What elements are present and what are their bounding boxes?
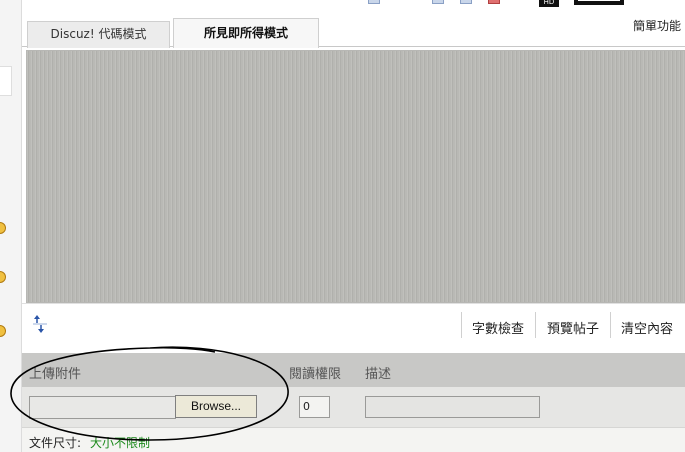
resize-editor-icon[interactable] [31, 313, 51, 335]
tab-wysiwyg-mode[interactable]: 所見即所得模式 [173, 18, 319, 48]
file-size-label: 文件尺寸: [29, 436, 82, 450]
editor-bottom-bar: 字數檢查 預覽帖子 清空內容 [22, 303, 685, 345]
rich-text-editor-area[interactable] [26, 50, 685, 303]
editor-toolbar: HD [22, 0, 685, 18]
left-panel-notch [0, 66, 12, 96]
smiley-icon[interactable] [0, 222, 6, 234]
upload-attachment-label: 上傳附件 [29, 367, 82, 382]
simple-function-link[interactable]: 簡單功能 [633, 17, 681, 34]
editor-mode-tabs: Discuz! 代碼模式 所見即所得模式 簡單功能 [22, 17, 685, 48]
read-permission-field[interactable]: 0 [299, 396, 330, 418]
smiley-icon[interactable] [0, 325, 6, 337]
clear-content-button[interactable]: 清空內容 [621, 318, 673, 337]
word-count-button[interactable]: 字數檢查 [472, 318, 524, 337]
browse-button[interactable]: Browse... [175, 395, 257, 418]
file-path-field[interactable] [29, 396, 176, 419]
toolbar-button-icon[interactable] [460, 0, 472, 4]
toolbar-button-icon[interactable] [432, 0, 444, 4]
separator [535, 312, 536, 338]
separator [461, 312, 462, 338]
file-size-value: 大小不限制 [90, 436, 151, 450]
left-panel-strip [0, 0, 22, 452]
description-label: 描述 [365, 367, 392, 382]
brand-logo-icon [574, 0, 624, 5]
tab-discuz-code-mode[interactable]: Discuz! 代碼模式 [27, 21, 170, 48]
preview-post-button[interactable]: 預覽帖子 [547, 318, 599, 337]
toolbar-button-icon[interactable] [368, 0, 380, 4]
separator [610, 312, 611, 338]
toolbar-button-icon[interactable] [488, 0, 500, 4]
attachment-row: Browse... 0 [22, 387, 685, 427]
read-permission-label: 閱讀權限 [289, 367, 342, 382]
description-field[interactable] [365, 396, 540, 418]
file-size-row: 文件尺寸: 大小不限制 [22, 427, 685, 452]
hd-icon[interactable]: HD [539, 0, 559, 7]
attachment-header: 上傳附件 閱讀權限 描述 [22, 353, 685, 387]
smiley-icon[interactable] [0, 271, 6, 283]
